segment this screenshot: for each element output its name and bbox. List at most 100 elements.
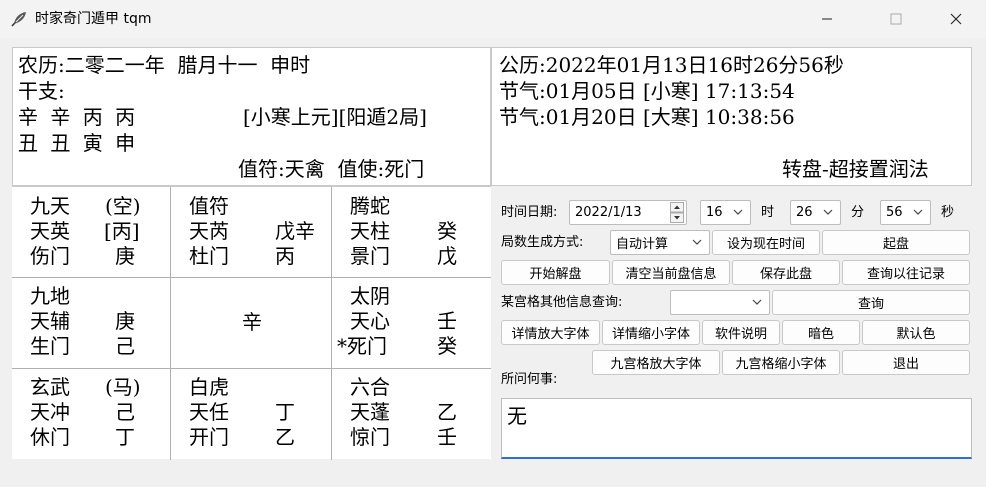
lunar-info-panel: 农历:二零二一年 腊月十一 申时 干支: 辛 辛 丙 丙 丑 丑 寅 申 [小寒…	[12, 47, 491, 186]
query-history-button[interactable]: 查询以往记录	[842, 260, 970, 285]
palace-star-stem: 癸	[437, 219, 457, 243]
chevron-down-icon	[692, 239, 702, 245]
palace-mark: (空)	[105, 194, 141, 218]
palace-star: 天英	[30, 219, 70, 243]
question-text: 无	[507, 404, 527, 428]
question-textarea[interactable]: 无	[501, 398, 972, 459]
minimize-icon	[822, 18, 832, 20]
palace-door-stem: 乙	[275, 425, 295, 449]
palace-star-stem: 庚	[115, 309, 135, 333]
grid-smaller-font-button[interactable]: 九宫格缩小字体	[722, 350, 840, 375]
chevron-down-icon	[752, 299, 762, 305]
query-button[interactable]: 查询	[772, 290, 970, 315]
palace-cell[interactable]: 腾蛇 天柱 癸 景门 戊	[332, 187, 491, 277]
second-value: 56	[886, 205, 903, 220]
palace-cell[interactable]: 白虎 天任 丁 开门 乙	[171, 369, 331, 460]
palace-star-stem: 壬	[437, 309, 457, 333]
default-theme-button[interactable]: 默认色	[862, 320, 970, 345]
palace-god: 九地	[30, 284, 70, 308]
solar-term-1: 节气:01月05日 [小寒] 17:13:54	[499, 79, 795, 103]
gregorian-info-panel: 公历:2022年01月13日16时26分56秒 节气:01月05日 [小寒] 1…	[491, 47, 972, 186]
palace-door-stem: 癸	[437, 334, 457, 358]
palace-door-stem: 戊	[437, 244, 457, 268]
date-spinner[interactable]	[670, 202, 684, 223]
gregorian-date: 公历:2022年01月13日16时26分56秒	[499, 53, 844, 77]
start-jiepan-button[interactable]: 开始解盘	[501, 260, 610, 285]
exit-button[interactable]: 退出	[842, 350, 970, 375]
palace-star-stem: 乙	[437, 400, 457, 424]
close-icon	[950, 13, 962, 25]
maximize-button[interactable]	[873, 0, 919, 38]
other-info-label: 某宫格其他信息查询:	[501, 295, 623, 310]
palace-god: 太阴	[350, 284, 390, 308]
dark-theme-button[interactable]: 暗色	[782, 320, 860, 345]
hour-value: 16	[706, 205, 723, 220]
start-pan-button[interactable]: 起盘	[822, 230, 970, 255]
chevron-down-icon	[823, 209, 833, 215]
detail-smaller-font-button[interactable]: 详情缩小字体	[602, 320, 700, 345]
question-label: 所问何事:	[501, 372, 558, 387]
palace-star: 天心	[350, 309, 390, 333]
chevron-down-icon	[913, 209, 923, 215]
solar-term-2: 节气:01月20日 [大寒] 10:38:56	[499, 105, 795, 129]
mode-value: 自动计算	[616, 237, 669, 252]
grid-bigger-font-button[interactable]: 九宫格放大字体	[592, 350, 720, 375]
date-value: 2022/1/13	[575, 205, 642, 220]
palace-star-stem: 戊辛	[275, 219, 315, 243]
palace-god: 九天	[30, 194, 70, 218]
detail-bigger-font-button[interactable]: 详情放大字体	[501, 320, 600, 345]
palace-god: 玄武	[30, 375, 70, 399]
palace-cell[interactable]: 九天 (空) 天英 [丙] 伤门 庚	[12, 187, 170, 277]
palace-god: 腾蛇	[350, 194, 390, 218]
palace-star: 天辅	[30, 309, 70, 333]
other-info-select[interactable]	[670, 290, 770, 315]
palace-star-stem: 己	[115, 400, 135, 424]
palace-door: 生门	[30, 334, 70, 358]
palace-god: 值符	[189, 194, 229, 218]
window-title: 时家奇门遁甲 tqm	[35, 11, 152, 27]
palace-door-stem: 庚	[115, 244, 135, 268]
palace-cell[interactable]: 值符 天芮 戊辛 杜门 丙	[171, 187, 331, 277]
zhifu-zhishi: 值符:天禽 值使:死门	[238, 157, 425, 181]
clear-info-button[interactable]: 清空当前盘信息	[612, 260, 730, 285]
palace-star: 天芮	[189, 219, 229, 243]
palace-star: 天冲	[30, 400, 70, 424]
palace-cell[interactable]: 九地 天辅 庚 生门 己	[12, 278, 170, 368]
ganzhi-label: 干支:	[18, 79, 65, 103]
set-now-button[interactable]: 设为现在时间	[712, 230, 820, 255]
earthly-branches: 丑 丑 寅 申	[18, 131, 136, 155]
heavenly-stems: 辛 辛 丙 丙	[18, 105, 136, 129]
minute-select[interactable]: 26	[790, 200, 841, 225]
palace-door-stem: 壬	[437, 425, 457, 449]
close-button[interactable]	[933, 0, 979, 38]
method-label: 转盘-超接置润法	[782, 157, 929, 181]
spinner-arrows-icon	[670, 202, 684, 223]
palace-door: 景门	[350, 244, 390, 268]
palace-cell-center[interactable]: 辛	[171, 278, 331, 368]
palace-star-stem: [丙]	[104, 219, 140, 243]
date-picker[interactable]: 2022/1/13	[569, 200, 687, 225]
nine-palace-grid: 九天 (空) 天英 [丙] 伤门 庚 值符 天芮 戊辛 杜门 丙 腾蛇 天柱 癸…	[12, 186, 491, 460]
second-unit: 秒	[941, 205, 955, 220]
palace-door: 惊门	[350, 425, 390, 449]
palace-cell[interactable]: 玄武 (马) 天冲 己 休门 丁	[12, 369, 170, 460]
mode-select[interactable]: 自动计算	[610, 230, 710, 255]
about-button[interactable]: 软件说明	[702, 320, 780, 345]
save-pan-button[interactable]: 保存此盘	[732, 260, 840, 285]
palace-door: 开门	[189, 425, 229, 449]
palace-door: 杜门	[189, 244, 229, 268]
maximize-icon	[890, 13, 902, 25]
lunar-date: 农历:二零二一年 腊月十一 申时	[18, 53, 311, 77]
palace-door-stem: 丁	[115, 425, 135, 449]
palace-star: 天蓬	[350, 400, 390, 424]
palace-center-stem: 辛	[242, 310, 262, 334]
second-select[interactable]: 56	[880, 200, 931, 225]
chevron-down-icon	[733, 209, 743, 215]
palace-cell[interactable]: 太阴 天心 壬 *死门 癸	[332, 278, 491, 368]
minute-unit: 分	[851, 205, 865, 220]
feather-icon	[11, 12, 26, 27]
palace-door: *死门	[337, 334, 387, 358]
minimize-button[interactable]	[804, 0, 850, 38]
palace-cell[interactable]: 六合 天蓬 乙 惊门 壬	[332, 369, 491, 460]
hour-select[interactable]: 16	[700, 200, 751, 225]
